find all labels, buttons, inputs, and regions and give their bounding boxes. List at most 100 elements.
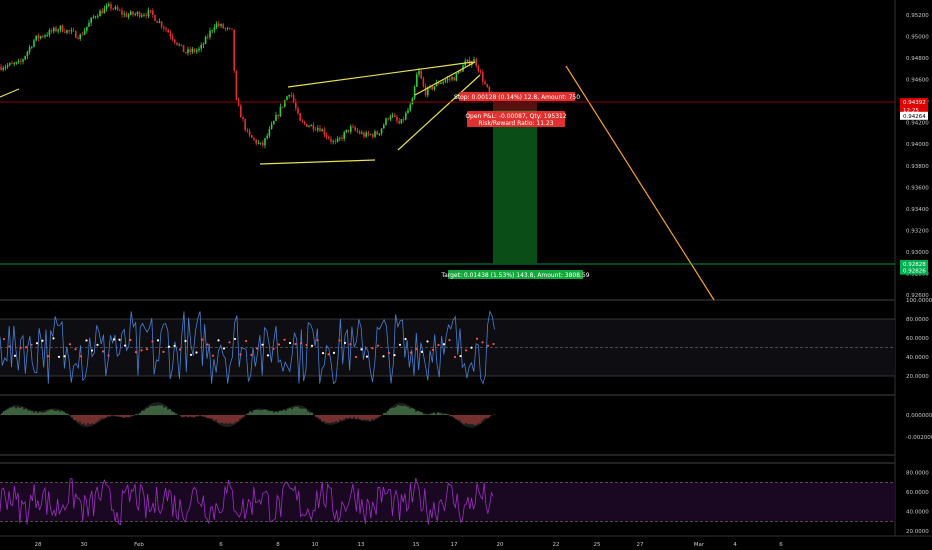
price-axis[interactable]: 0.952000.950000.948000.946000.944000.942…	[900, 13, 929, 299]
candle-body	[317, 128, 319, 130]
candle-body	[237, 99, 240, 106]
osc1-dot	[475, 337, 479, 340]
candle-body	[127, 14, 130, 17]
candle-body	[46, 35, 48, 36]
candle-body	[81, 34, 84, 36]
candle-body	[145, 15, 147, 16]
candle-body	[246, 129, 249, 131]
candle-body	[367, 132, 370, 135]
candle-body	[218, 23, 220, 26]
oscillator-pane-1[interactable]: 100.000080.000060.000040.000020.0000	[0, 298, 932, 385]
candle-body	[270, 124, 273, 129]
osc1-dot	[376, 344, 380, 347]
projection-line	[565, 65, 715, 301]
osc1-dot	[145, 347, 149, 351]
osc1-dot	[415, 348, 418, 351]
price-tick-label: 0.93200	[906, 228, 929, 234]
long-short-position-tool[interactable]: Stop: 0.00128 (0.14%) 12.8, Amount: 750 O…	[440, 92, 590, 279]
candle-body	[279, 106, 282, 117]
candle-body	[314, 129, 317, 131]
drawings-layer[interactable]	[0, 61, 895, 301]
candle-body	[352, 126, 354, 128]
chart-canvas[interactable]: Stop: 0.00128 (0.14%) 12.8, Amount: 750 O…	[0, 0, 932, 550]
osc3-tick-label: 60.0000	[906, 490, 929, 496]
osc1-dot	[101, 350, 105, 353]
candle-body	[420, 70, 422, 79]
candle-body	[266, 135, 268, 139]
osc1-dot	[85, 339, 88, 342]
price-marker-label: 0.94264	[903, 114, 926, 120]
candle-body	[55, 27, 57, 32]
candle-body	[156, 20, 158, 23]
candle-body	[28, 47, 31, 52]
osc1-dot	[481, 341, 484, 344]
osc1-dot	[24, 346, 28, 349]
candle-body	[86, 26, 88, 31]
candle-body	[35, 35, 37, 41]
time-axis[interactable]: 28 30 Feb 6 8 10 13 15 17 20 22 25 27 Mar 4 6	[35, 542, 784, 548]
osc1-dot	[453, 355, 457, 359]
osc1-dot	[13, 354, 17, 357]
candle-body	[385, 118, 387, 125]
osc1-dot	[211, 354, 215, 357]
candle-body	[299, 113, 301, 121]
oscillator-pane-2[interactable]: 0.000000 -0.002000	[0, 402, 932, 441]
osc1-dot	[464, 349, 468, 352]
candle-body	[369, 134, 372, 136]
candle-body	[50, 30, 53, 32]
osc1-dot	[118, 338, 121, 341]
candle-body	[132, 11, 134, 15]
candle-body	[4, 66, 7, 69]
osc1-dot	[8, 345, 11, 348]
candle-body	[240, 105, 242, 118]
candle-body	[174, 39, 176, 43]
osc1-dot	[134, 351, 138, 354]
candle-body	[372, 134, 374, 137]
osc1-dot	[222, 347, 226, 350]
candle-body	[262, 142, 264, 146]
candle-body	[233, 29, 235, 71]
osc1-dot	[250, 353, 253, 356]
candle-body	[336, 138, 339, 142]
time-tick-label: 17	[451, 542, 458, 548]
time-tick-label: 10	[312, 542, 319, 548]
candle-body	[97, 16, 99, 18]
candle-body	[341, 137, 343, 139]
candle-body	[264, 138, 266, 146]
candle-body	[59, 25, 62, 30]
candle-body	[200, 44, 202, 49]
osc1-dot	[30, 343, 33, 346]
candle-body	[251, 135, 253, 138]
candle-body	[187, 49, 189, 54]
candle-body	[147, 10, 150, 16]
osc1-dot	[404, 337, 407, 341]
candle-body	[68, 30, 70, 32]
candle-body	[42, 36, 44, 37]
osc1-dot	[398, 343, 402, 346]
osc1-dot	[35, 342, 39, 345]
candle-body	[361, 132, 363, 134]
candle-body	[378, 133, 381, 135]
osc2-area	[0, 402, 495, 428]
time-tick-label: 28	[35, 542, 42, 548]
pane-separators	[0, 0, 932, 537]
candle-body	[171, 36, 174, 40]
price-tick-label: 0.93400	[906, 207, 929, 213]
candle-body	[136, 12, 139, 14]
candle-body	[275, 115, 277, 121]
osc1-dot	[173, 344, 176, 348]
candle-body	[75, 31, 77, 38]
candle-body	[416, 74, 418, 87]
candle-body	[312, 124, 315, 130]
candle-body	[112, 8, 114, 10]
price-marker-label: 0.94392	[903, 100, 926, 106]
candle-body	[455, 73, 458, 81]
candle-body	[70, 30, 73, 32]
candle-body	[152, 10, 154, 16]
candle-body	[167, 29, 169, 33]
osc1-dot	[107, 354, 110, 357]
osc1-dot	[299, 342, 303, 345]
osc1-dot	[382, 355, 385, 358]
oscillator-pane-3[interactable]: 80.0000 60.0000 40.0000 20.0000	[0, 471, 929, 535]
candle-body	[391, 115, 394, 117]
